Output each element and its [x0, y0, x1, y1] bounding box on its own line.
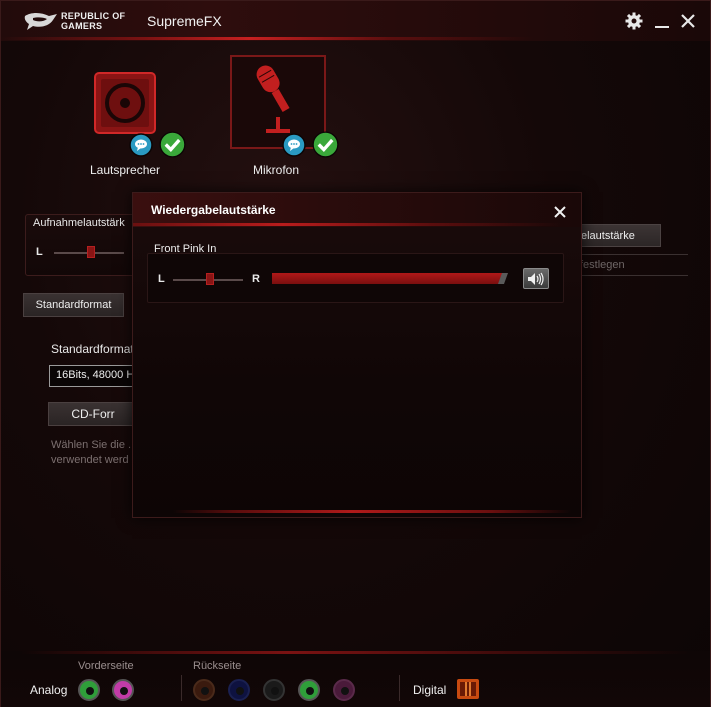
front-label: Vorderseite — [78, 660, 134, 672]
dialog-footer — [133, 503, 581, 517]
rear-label: Rückseite — [193, 660, 242, 672]
rear-jack-blue[interactable] — [228, 679, 250, 701]
rear-jack-green[interactable] — [298, 679, 320, 701]
app-window: REPUBLIC OF GAMERS SupremeFX Lautspreche… — [0, 0, 711, 707]
rear-jack-pink[interactable] — [333, 679, 355, 701]
digital-label: Digital — [413, 683, 447, 697]
dialog-header: Wiedergabelautstärke — [133, 193, 581, 227]
playback-volume-button[interactable]: elautstärke — [576, 224, 661, 247]
chat-bubble-icon — [129, 133, 153, 157]
device-label-microphone: Mikrofon — [253, 163, 300, 177]
title-bar: REPUBLIC OF GAMERS SupremeFX — [1, 1, 710, 41]
recording-left-label: L — [36, 246, 43, 258]
front-jack-pink[interactable] — [112, 679, 134, 701]
default-format-label: Standardformat — [51, 342, 134, 356]
brand-line-1: REPUBLIC OF — [61, 11, 126, 21]
description-line-2: verwendet werd — [51, 454, 129, 466]
front-jack-green[interactable] — [78, 679, 100, 701]
default-format-description: Wählen Sie die ... verwendet werd — [51, 438, 137, 468]
balance-thumb[interactable] — [206, 273, 214, 285]
chat-bubble-icon — [282, 133, 306, 157]
tab-default-format[interactable]: Standardformat — [23, 293, 124, 317]
jack-bar: Vorderseite Rückseite Analog Digital — [1, 651, 710, 707]
recording-volume-panel: Aufnahmelautstärk L — [25, 214, 137, 276]
rog-logo-icon — [24, 13, 58, 30]
rear-jack-black[interactable] — [263, 679, 285, 701]
device-microphone[interactable] — [230, 55, 326, 149]
analog-label: Analog — [30, 683, 68, 697]
mute-button[interactable] — [523, 268, 549, 289]
close-icon[interactable] — [552, 204, 568, 220]
speaker-icon — [94, 72, 156, 134]
balance-left-label: L — [158, 273, 165, 285]
device-label-speaker: Lautsprecher — [90, 163, 161, 177]
balance-right-label: R — [252, 273, 260, 285]
check-icon — [159, 131, 186, 158]
set-default-field[interactable]: festlegen — [576, 254, 688, 276]
brand-line-2: GAMERS — [61, 21, 103, 31]
dialog-title: Wiedergabelautstärke — [151, 203, 276, 217]
recording-volume-title: Aufnahmelautstärk — [33, 217, 125, 229]
gear-icon[interactable] — [624, 11, 644, 31]
volume-bar[interactable] — [272, 273, 508, 284]
minimize-icon[interactable] — [652, 11, 672, 31]
separator — [181, 675, 182, 701]
app-title: SupremeFX — [147, 13, 222, 29]
separator — [399, 675, 400, 701]
rear-jack-orange[interactable] — [193, 679, 215, 701]
description-line-1: Wählen Sie die ... — [51, 439, 138, 451]
close-icon[interactable] — [678, 11, 698, 31]
check-icon — [312, 131, 339, 158]
playback-volume-dialog: Wiedergabelautstärke Front Pink In L R — [132, 192, 582, 518]
device-speaker[interactable] — [93, 71, 157, 135]
speaker-volume-icon — [528, 272, 544, 285]
default-format-select[interactable]: 16Bits, 48000 H — [49, 365, 139, 387]
brand-text: REPUBLIC OF GAMERS — [61, 11, 125, 31]
digital-optical-icon[interactable] — [457, 679, 479, 699]
microphone-icon — [256, 65, 290, 133]
recording-balance-thumb[interactable] — [87, 246, 95, 258]
cd-format-button[interactable]: CD-Forr — [48, 402, 138, 426]
